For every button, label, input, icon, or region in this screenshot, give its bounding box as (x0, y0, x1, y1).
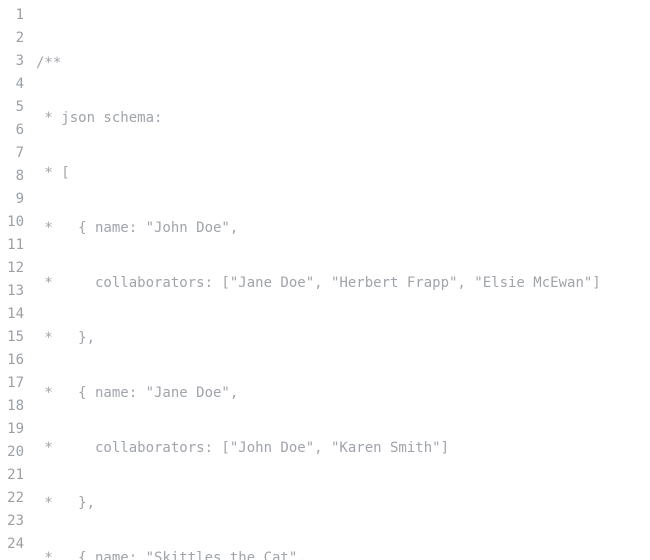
line-number: 1 (0, 4, 24, 27)
line-number-gutter: 1 2 3 4 5 6 7 8 9 10 11 12 13 14 15 16 1… (0, 0, 30, 560)
line-number: 3 (0, 50, 24, 73)
line-number: 17 (0, 372, 24, 395)
comment-token: * { name: "Skittles the Cat", (36, 550, 306, 560)
code-line[interactable]: * collaborators: ["Jane Doe", "Herbert F… (36, 272, 650, 295)
line-number: 21 (0, 464, 24, 487)
code-line[interactable]: * { name: "Skittles the Cat", (36, 547, 650, 560)
comment-token: * { name: "John Doe", (36, 220, 238, 236)
code-line[interactable]: * { name: "John Doe", (36, 217, 650, 240)
line-number: 15 (0, 326, 24, 349)
line-number: 9 (0, 188, 24, 211)
line-number: 12 (0, 257, 24, 280)
code-line[interactable]: /** (36, 52, 650, 75)
line-number: 2 (0, 27, 24, 50)
line-number: 6 (0, 119, 24, 142)
code-line[interactable]: * { name: "Jane Doe", (36, 382, 650, 405)
code-editor[interactable]: 1 2 3 4 5 6 7 8 9 10 11 12 13 14 15 16 1… (0, 0, 650, 560)
line-number: 10 (0, 211, 24, 234)
comment-token: * }, (36, 495, 95, 511)
line-number: 14 (0, 303, 24, 326)
line-number: 19 (0, 418, 24, 441)
comment-token: /** (36, 55, 61, 71)
line-number: 23 (0, 510, 24, 533)
line-number: 11 (0, 234, 24, 257)
line-number: 4 (0, 73, 24, 96)
code-line[interactable]: * collaborators: ["John Doe", "Karen Smi… (36, 437, 650, 460)
line-number: 16 (0, 349, 24, 372)
comment-token: * }, (36, 330, 95, 346)
comment-token: * collaborators: ["Jane Doe", "Herbert F… (36, 275, 601, 291)
line-number: 22 (0, 487, 24, 510)
line-number: 7 (0, 142, 24, 165)
line-number: 5 (0, 96, 24, 119)
code-line[interactable]: * }, (36, 327, 650, 350)
comment-token: * { name: "Jane Doe", (36, 385, 238, 401)
line-number: 8 (0, 165, 24, 188)
code-line[interactable]: * }, (36, 492, 650, 515)
line-number: 20 (0, 441, 24, 464)
comment-token: * collaborators: ["John Doe", "Karen Smi… (36, 440, 449, 456)
code-area[interactable]: /** * json schema: * [ * { name: "John D… (30, 0, 650, 560)
comment-token: * json schema: (36, 110, 162, 126)
line-number: 13 (0, 280, 24, 303)
line-number: 24 (0, 533, 24, 556)
comment-token: * [ (36, 165, 70, 181)
code-line[interactable]: * [ (36, 162, 650, 185)
line-number: 18 (0, 395, 24, 418)
code-line[interactable]: * json schema: (36, 107, 650, 130)
